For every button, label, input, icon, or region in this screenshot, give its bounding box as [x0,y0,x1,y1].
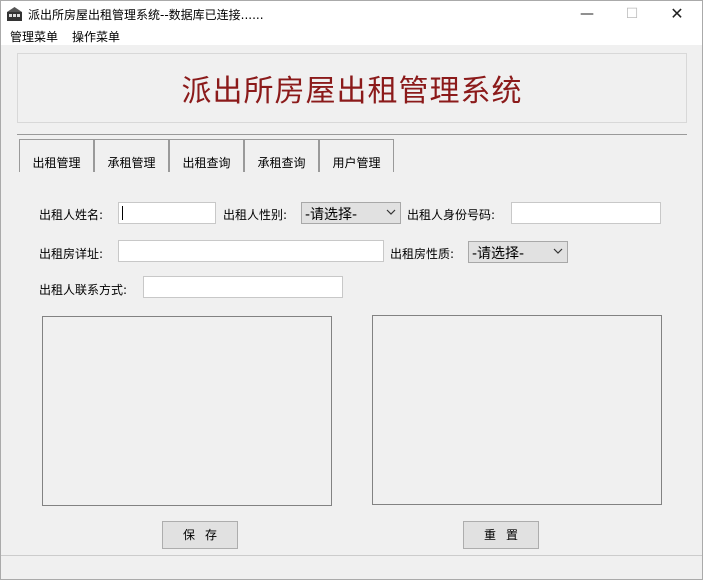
divider [17,134,687,135]
landlord-id-label: 出租人身份号码: [407,208,496,222]
landlord-contact-input[interactable] [143,276,343,298]
landlord-name-label: 出租人姓名: [39,208,104,222]
menu-bar: 管理菜单 操作菜单 [1,27,702,45]
status-divider [1,555,702,556]
header-panel: 派出所房屋出租管理系统 [17,53,687,123]
title-bar[interactable]: 派出所房屋出租管理系统--数据库已连接...... — ☐ ✕ [1,1,702,27]
landlord-gender-select[interactable]: -请选择- [301,202,401,224]
menu-operations[interactable]: 操作菜单 [72,28,120,45]
save-button[interactable]: 保存 [162,521,238,549]
tab-rent-out-management[interactable]: 出租管理 [19,139,94,172]
house-type-select[interactable]: -请选择- [468,241,568,263]
maximize-button[interactable]: ☐ [609,1,655,27]
landlord-id-input[interactable] [511,202,661,224]
landlord-contact-label: 出租人联系方式: [39,283,128,297]
main-content: 派出所房屋出租管理系统 出租管理 承租管理 出租查询 承租查询 用户管理 出租人… [17,47,687,557]
page-title: 派出所房屋出租管理系统 [181,74,523,109]
tab-rent-out-query[interactable]: 出租查询 [169,139,244,172]
text-caret [122,206,123,220]
window-title: 派出所房屋出租管理系统--数据库已连接...... [28,8,264,22]
house-address-label: 出租房详址: [39,247,104,261]
close-button[interactable]: ✕ [654,1,700,27]
landlord-gender-label: 出租人性别: [223,208,288,222]
menu-management[interactable]: 管理菜单 [10,28,58,45]
tab-tenant-query[interactable]: 承租查询 [244,139,319,172]
application-window: 派出所房屋出租管理系统--数据库已连接...... — ☐ ✕ 管理菜单 操作菜… [0,0,703,580]
right-text-area[interactable] [372,315,662,505]
tab-label: 承租查询 [257,156,306,170]
app-icon [7,7,22,21]
minimize-button[interactable]: — [564,1,610,27]
house-type-selected: -请选择- [472,246,525,262]
landlord-name-input[interactable] [118,202,216,224]
tab-label: 出租查询 [182,156,231,170]
landlord-gender-selected: -请选择- [305,207,358,223]
house-address-input[interactable] [118,240,384,262]
tab-label: 用户管理 [332,156,381,170]
tab-user-management[interactable]: 用户管理 [319,139,394,172]
house-type-label: 出租房性质: [390,247,455,261]
reset-button[interactable]: 重置 [463,521,539,549]
chevron-down-icon [553,248,563,254]
tab-label: 出租管理 [32,156,81,170]
tab-label: 承租管理 [107,156,156,170]
left-text-area[interactable] [42,316,332,506]
tab-tenant-management[interactable]: 承租管理 [94,139,169,172]
chevron-down-icon [386,209,396,215]
